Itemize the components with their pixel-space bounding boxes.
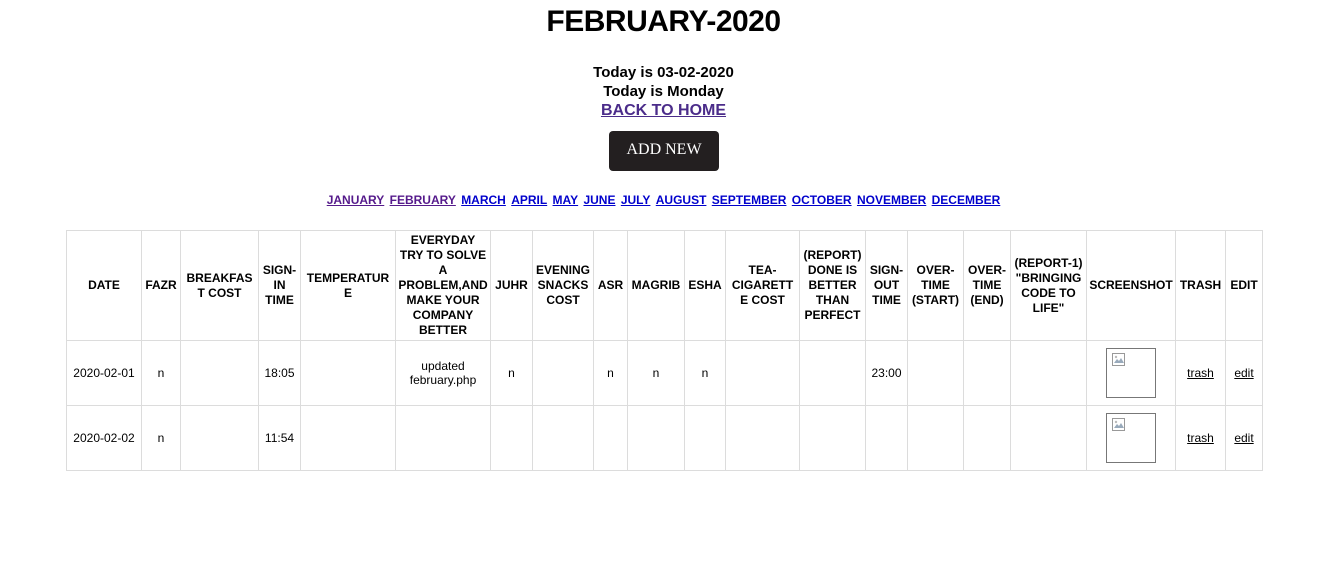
month-nav: JANUARY FEBRUARY MARCH APRIL MAY JUNE JU…: [0, 193, 1327, 208]
table-cell: [907, 340, 964, 406]
table-cell: [532, 340, 594, 406]
column-header: TEA-CIGARETTE COST: [725, 230, 800, 341]
trash-cell: trash: [1175, 405, 1226, 471]
attendance-table: DATE FAZR BREAKFAST COST SIGN-IN TIME TEMPER…: [66, 230, 1263, 471]
column-header: (REPORT) DONE IS BETTER THAN PERFECT: [799, 230, 866, 341]
table-cell: [799, 340, 866, 406]
column-header: ASR: [593, 230, 628, 341]
trash-link[interactable]: trash: [1187, 366, 1214, 380]
column-header: EVERYDAY TRY TO SOLVE A PROBLEM,AND MAKE…: [395, 230, 491, 341]
table-cell: [799, 405, 866, 471]
today-date: Today is 03-02-2020: [593, 64, 734, 81]
table-cell: 18:05: [258, 340, 301, 406]
column-header: BREAKFAST COST: [180, 230, 259, 341]
edit-link[interactable]: edit: [1234, 366, 1253, 380]
today-day: Today is Monday: [603, 83, 724, 100]
table-cell: [593, 405, 628, 471]
table-cell: [684, 405, 726, 471]
screenshot-cell: [1086, 340, 1176, 406]
trash-cell: trash: [1175, 340, 1226, 406]
column-header: OVER-TIME (END): [963, 230, 1011, 341]
table-cell: 2020-02-02: [66, 405, 142, 471]
table-cell: 11:54: [258, 405, 301, 471]
date-info: Today is 03-02-2020 Today is Monday BACK…: [0, 63, 1327, 120]
column-header: DATE: [66, 230, 142, 341]
table-row: 2020-02-01 n 18:05 updated february.php n n n n…: [66, 340, 1263, 406]
add-new-button[interactable]: ADD NEW: [609, 131, 719, 171]
column-header: OVER-TIME (START): [907, 230, 964, 341]
trash-link[interactable]: trash: [1187, 431, 1214, 445]
column-header: (REPORT-1) "BRINGING CODE TO LIFE": [1010, 230, 1087, 341]
edit-cell: edit: [1225, 405, 1263, 471]
table-cell: n: [593, 340, 628, 406]
column-header: ESHA: [684, 230, 726, 341]
table-cell: n: [490, 340, 533, 406]
table-cell: [395, 405, 491, 471]
month-link-january[interactable]: JANUARY: [327, 193, 385, 207]
table-cell: 23:00: [865, 340, 908, 406]
month-link-may[interactable]: MAY: [553, 193, 579, 207]
table-cell: [725, 405, 800, 471]
table-cell: n: [627, 340, 685, 406]
screenshot-cell: [1086, 405, 1176, 471]
month-link-december[interactable]: DECEMBER: [932, 193, 1001, 207]
month-link-march[interactable]: MARCH: [461, 193, 506, 207]
month-link-april[interactable]: APRIL: [511, 193, 547, 207]
column-header: SIGN-OUT TIME: [865, 230, 908, 341]
column-header: SIGN-IN TIME: [258, 230, 301, 341]
table-cell: n: [684, 340, 726, 406]
screenshot-thumbnail: [1106, 413, 1156, 463]
table-cell: [725, 340, 800, 406]
column-header: TRASH: [1175, 230, 1226, 341]
table-cell: [865, 405, 908, 471]
table-cell: [180, 340, 259, 406]
month-link-february[interactable]: FEBRUARY: [390, 193, 456, 207]
table-cell: [1010, 340, 1087, 406]
table-cell: [490, 405, 533, 471]
column-header: FAZR: [141, 230, 181, 341]
column-header: EDIT: [1225, 230, 1263, 341]
table-cell: n: [141, 405, 181, 471]
back-to-home-link[interactable]: BACK TO HOME: [601, 102, 726, 119]
month-link-september[interactable]: SEPTEMBER: [712, 193, 787, 207]
table-body: 2020-02-01 n 18:05 updated february.php n n n n…: [66, 340, 1263, 471]
page-title: FEBRUARY-2020: [546, 5, 781, 38]
table-cell: [532, 405, 594, 471]
table-cell: [963, 405, 1011, 471]
table-cell: n: [141, 340, 181, 406]
table-cell: updated february.php: [395, 340, 491, 406]
column-header: SCREENSHOT: [1086, 230, 1176, 341]
screenshot-thumbnail: [1106, 348, 1156, 398]
column-header: EVENING SNACKS COST: [532, 230, 594, 341]
month-link-july[interactable]: JULY: [621, 193, 651, 207]
column-header: TEMPERATURE: [300, 230, 396, 341]
table-row: 2020-02-02 n 11:54 trash edit: [66, 405, 1263, 471]
column-header: JUHR: [490, 230, 533, 341]
table-cell: [963, 340, 1011, 406]
month-link-october[interactable]: OCTOBER: [792, 193, 852, 207]
month-link-november[interactable]: NOVEMBER: [857, 193, 926, 207]
edit-link[interactable]: edit: [1234, 431, 1253, 445]
table-cell: [627, 405, 685, 471]
table-cell: [300, 405, 396, 471]
table-cell: [1010, 405, 1087, 471]
column-header: MAGRIB: [627, 230, 685, 341]
table-cell: [300, 340, 396, 406]
month-link-june[interactable]: JUNE: [583, 193, 615, 207]
table-header-row: DATE FAZR BREAKFAST COST SIGN-IN TIME TEMPER…: [66, 230, 1263, 341]
table-cell: 2020-02-01: [66, 340, 142, 406]
table-cell: [907, 405, 964, 471]
edit-cell: edit: [1225, 340, 1263, 406]
table-cell: [180, 405, 259, 471]
month-link-august[interactable]: AUGUST: [656, 193, 707, 207]
